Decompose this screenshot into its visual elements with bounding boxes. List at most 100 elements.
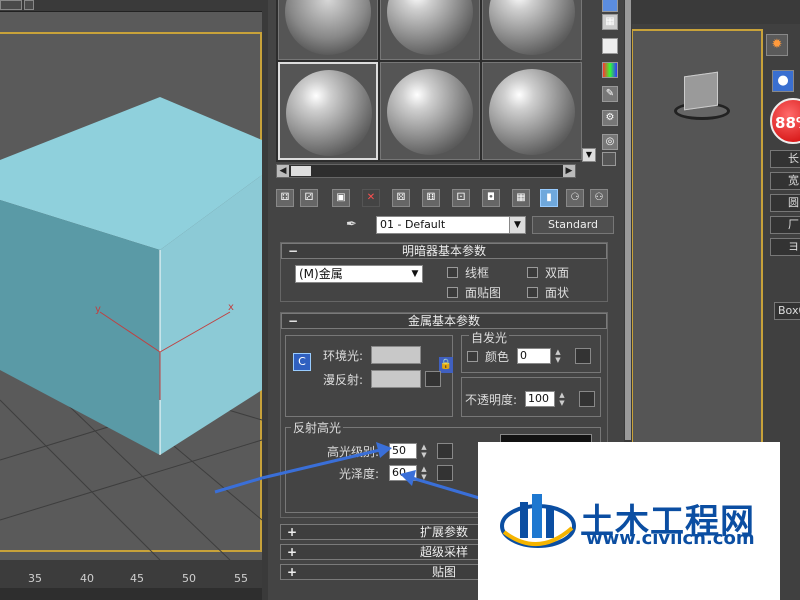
list-item[interactable]: 厂 xyxy=(770,216,800,234)
material-name-field[interactable]: 01 - Default ▼ xyxy=(376,216,526,234)
slot-scroll-down-button[interactable]: ▼ xyxy=(582,148,596,162)
wire-checkbox[interactable] xyxy=(447,267,458,278)
geometry-icon[interactable]: ● xyxy=(772,70,794,92)
sample-slot[interactable] xyxy=(278,0,378,60)
spinner-arrows[interactable]: ▲ ▼ xyxy=(419,443,429,459)
spinner-arrows[interactable]: ▲ ▼ xyxy=(419,465,429,481)
scroll-thumb[interactable] xyxy=(291,166,311,176)
list-item[interactable]: 宽 xyxy=(770,172,800,190)
self-illumination-title: 自发光 xyxy=(469,329,510,346)
diffuse-color-swatch[interactable] xyxy=(371,370,421,388)
specular-highlights-title: 反射高光 xyxy=(291,419,344,436)
annotation-arrow-tail xyxy=(214,476,262,494)
face-map-checkbox[interactable] xyxy=(447,287,458,298)
viewcube-face[interactable] xyxy=(684,71,718,111)
scroll-left-arrow[interactable]: ◀ xyxy=(277,165,289,177)
options-icon[interactable]: ⚙ xyxy=(602,110,618,126)
shader-type-select[interactable]: (M)金属 ▼ xyxy=(295,265,423,283)
material-sphere xyxy=(387,0,473,55)
material-sphere xyxy=(489,0,575,55)
self-illum-map-button[interactable] xyxy=(575,348,591,364)
faceted-label: 面状 xyxy=(545,286,570,300)
viewcube[interactable] xyxy=(670,66,732,128)
command-list: 长 宽 圆 厂 ヨ xyxy=(770,150,800,260)
assign-material-icon[interactable]: ▣ xyxy=(332,189,350,207)
sample-slots xyxy=(276,0,582,162)
checker-background-icon[interactable]: ▦ xyxy=(602,14,618,30)
perspective-viewport[interactable]: y x 35 40 45 50 55 xyxy=(0,0,262,600)
opacity-map-button[interactable] xyxy=(579,391,595,407)
spinner-arrows[interactable]: ▲ ▼ xyxy=(553,348,563,364)
list-item[interactable]: 圆 xyxy=(770,194,800,212)
specular-level-field[interactable]: 50 xyxy=(389,443,417,459)
lock-icon[interactable]: 🔒 xyxy=(439,357,453,373)
face-map-label: 面贴图 xyxy=(465,286,502,300)
ruler-number: 35 xyxy=(28,572,42,585)
faceted-checkbox[interactable] xyxy=(527,287,538,298)
sample-slots-scrollbar[interactable]: ◀ ▶ xyxy=(276,164,576,178)
sample-slot[interactable] xyxy=(482,62,582,160)
watermark: 土木工程网 www.civilcn.com xyxy=(478,442,780,600)
show-map-icon[interactable]: ▦ xyxy=(512,189,530,207)
collapse-sign: − xyxy=(288,244,299,258)
copy-material-icon[interactable]: ⚄ xyxy=(392,189,410,207)
material-navigator-icon[interactable] xyxy=(602,152,616,166)
make-unique-icon[interactable]: ⚅ xyxy=(422,189,440,207)
chevron-down-icon[interactable]: ▼ xyxy=(509,217,525,233)
create-tab-icon[interactable]: ✹ xyxy=(766,34,788,56)
scroll-right-arrow[interactable]: ▶ xyxy=(563,165,575,177)
put-material-icon[interactable]: ⚂ xyxy=(300,189,318,207)
rollout-header[interactable]: − 明暗器基本参数 xyxy=(281,243,607,259)
select-by-material-icon[interactable]: ◎ xyxy=(602,134,618,150)
two-sided-checkbox[interactable] xyxy=(527,267,538,278)
reset-material-icon[interactable]: ✕ xyxy=(362,189,380,207)
rollout-title: 扩展参数 xyxy=(419,525,468,539)
diffuse-map-button[interactable] xyxy=(425,371,441,387)
show-end-result-icon[interactable]: ▮ xyxy=(540,189,558,207)
sample-slot-side-toolbar: ▦ ✎ ⚙ ◎ xyxy=(598,0,626,170)
self-illum-value-field[interactable]: 0 xyxy=(517,348,551,364)
rollout-title: 金属基本参数 xyxy=(407,314,480,328)
glossiness-map-button[interactable] xyxy=(437,465,453,481)
rollout-header[interactable]: − 金属基本参数 xyxy=(281,313,607,329)
list-item[interactable]: 长 xyxy=(770,150,800,168)
sample-slot[interactable] xyxy=(380,62,480,160)
spinner-arrows[interactable]: ▲ ▼ xyxy=(557,391,567,407)
material-sphere xyxy=(286,70,372,156)
go-to-parent-icon[interactable]: ⚆ xyxy=(566,189,584,207)
ambient-color-swatch[interactable] xyxy=(371,346,421,364)
sample-type-icon[interactable] xyxy=(602,0,618,12)
sample-slot-selected[interactable] xyxy=(278,62,378,160)
object-name-field[interactable]: Box00 xyxy=(774,302,800,320)
get-material-icon[interactable]: ⚃ xyxy=(276,189,294,207)
opacity-label: 不透明度: xyxy=(465,393,518,407)
material-name-value: 01 - Default xyxy=(380,218,446,231)
lock-ambient-diffuse-icon[interactable]: C xyxy=(293,353,311,371)
scroll-thumb[interactable] xyxy=(625,0,631,440)
gizmo-y-label: y xyxy=(95,304,101,315)
diffuse-label: 漫反射: xyxy=(323,373,364,387)
material-toolbar: ⚃ ⚂ ▣ ✕ ⚄ ⚅ ⚀ ◘ ▦ ▮ ⚆ ⚇ xyxy=(276,186,616,210)
expand-sign: + xyxy=(287,525,298,539)
opacity-value-field[interactable]: 100 xyxy=(525,391,555,407)
specular-level-map-button[interactable] xyxy=(437,443,453,459)
go-forward-sibling-icon[interactable]: ⚇ xyxy=(590,189,608,207)
put-to-library-icon[interactable]: ⚀ xyxy=(452,189,470,207)
eyedropper-icon[interactable]: ✒ xyxy=(346,217,362,233)
ruler-number: 55 xyxy=(234,572,248,585)
list-item[interactable]: ヨ xyxy=(770,238,800,256)
make-preview-icon[interactable]: ✎ xyxy=(602,86,618,102)
ruler-number: 50 xyxy=(182,572,196,585)
backlight-icon[interactable] xyxy=(602,38,618,54)
timeline-ruler[interactable]: 35 40 45 50 55 xyxy=(0,560,262,588)
self-illum-color-checkbox[interactable] xyxy=(467,351,478,362)
video-color-check-icon[interactable] xyxy=(602,62,618,78)
sample-slot[interactable] xyxy=(380,0,480,60)
self-illum-color-label: 颜色 xyxy=(485,350,510,364)
wire-label: 线框 xyxy=(465,266,490,280)
material-id-icon[interactable]: ◘ xyxy=(482,189,500,207)
glossiness-field[interactable]: 60 xyxy=(389,465,417,481)
expand-sign: + xyxy=(287,565,298,579)
material-type-button[interactable]: Standard xyxy=(532,216,614,234)
sample-slot[interactable] xyxy=(482,0,582,60)
